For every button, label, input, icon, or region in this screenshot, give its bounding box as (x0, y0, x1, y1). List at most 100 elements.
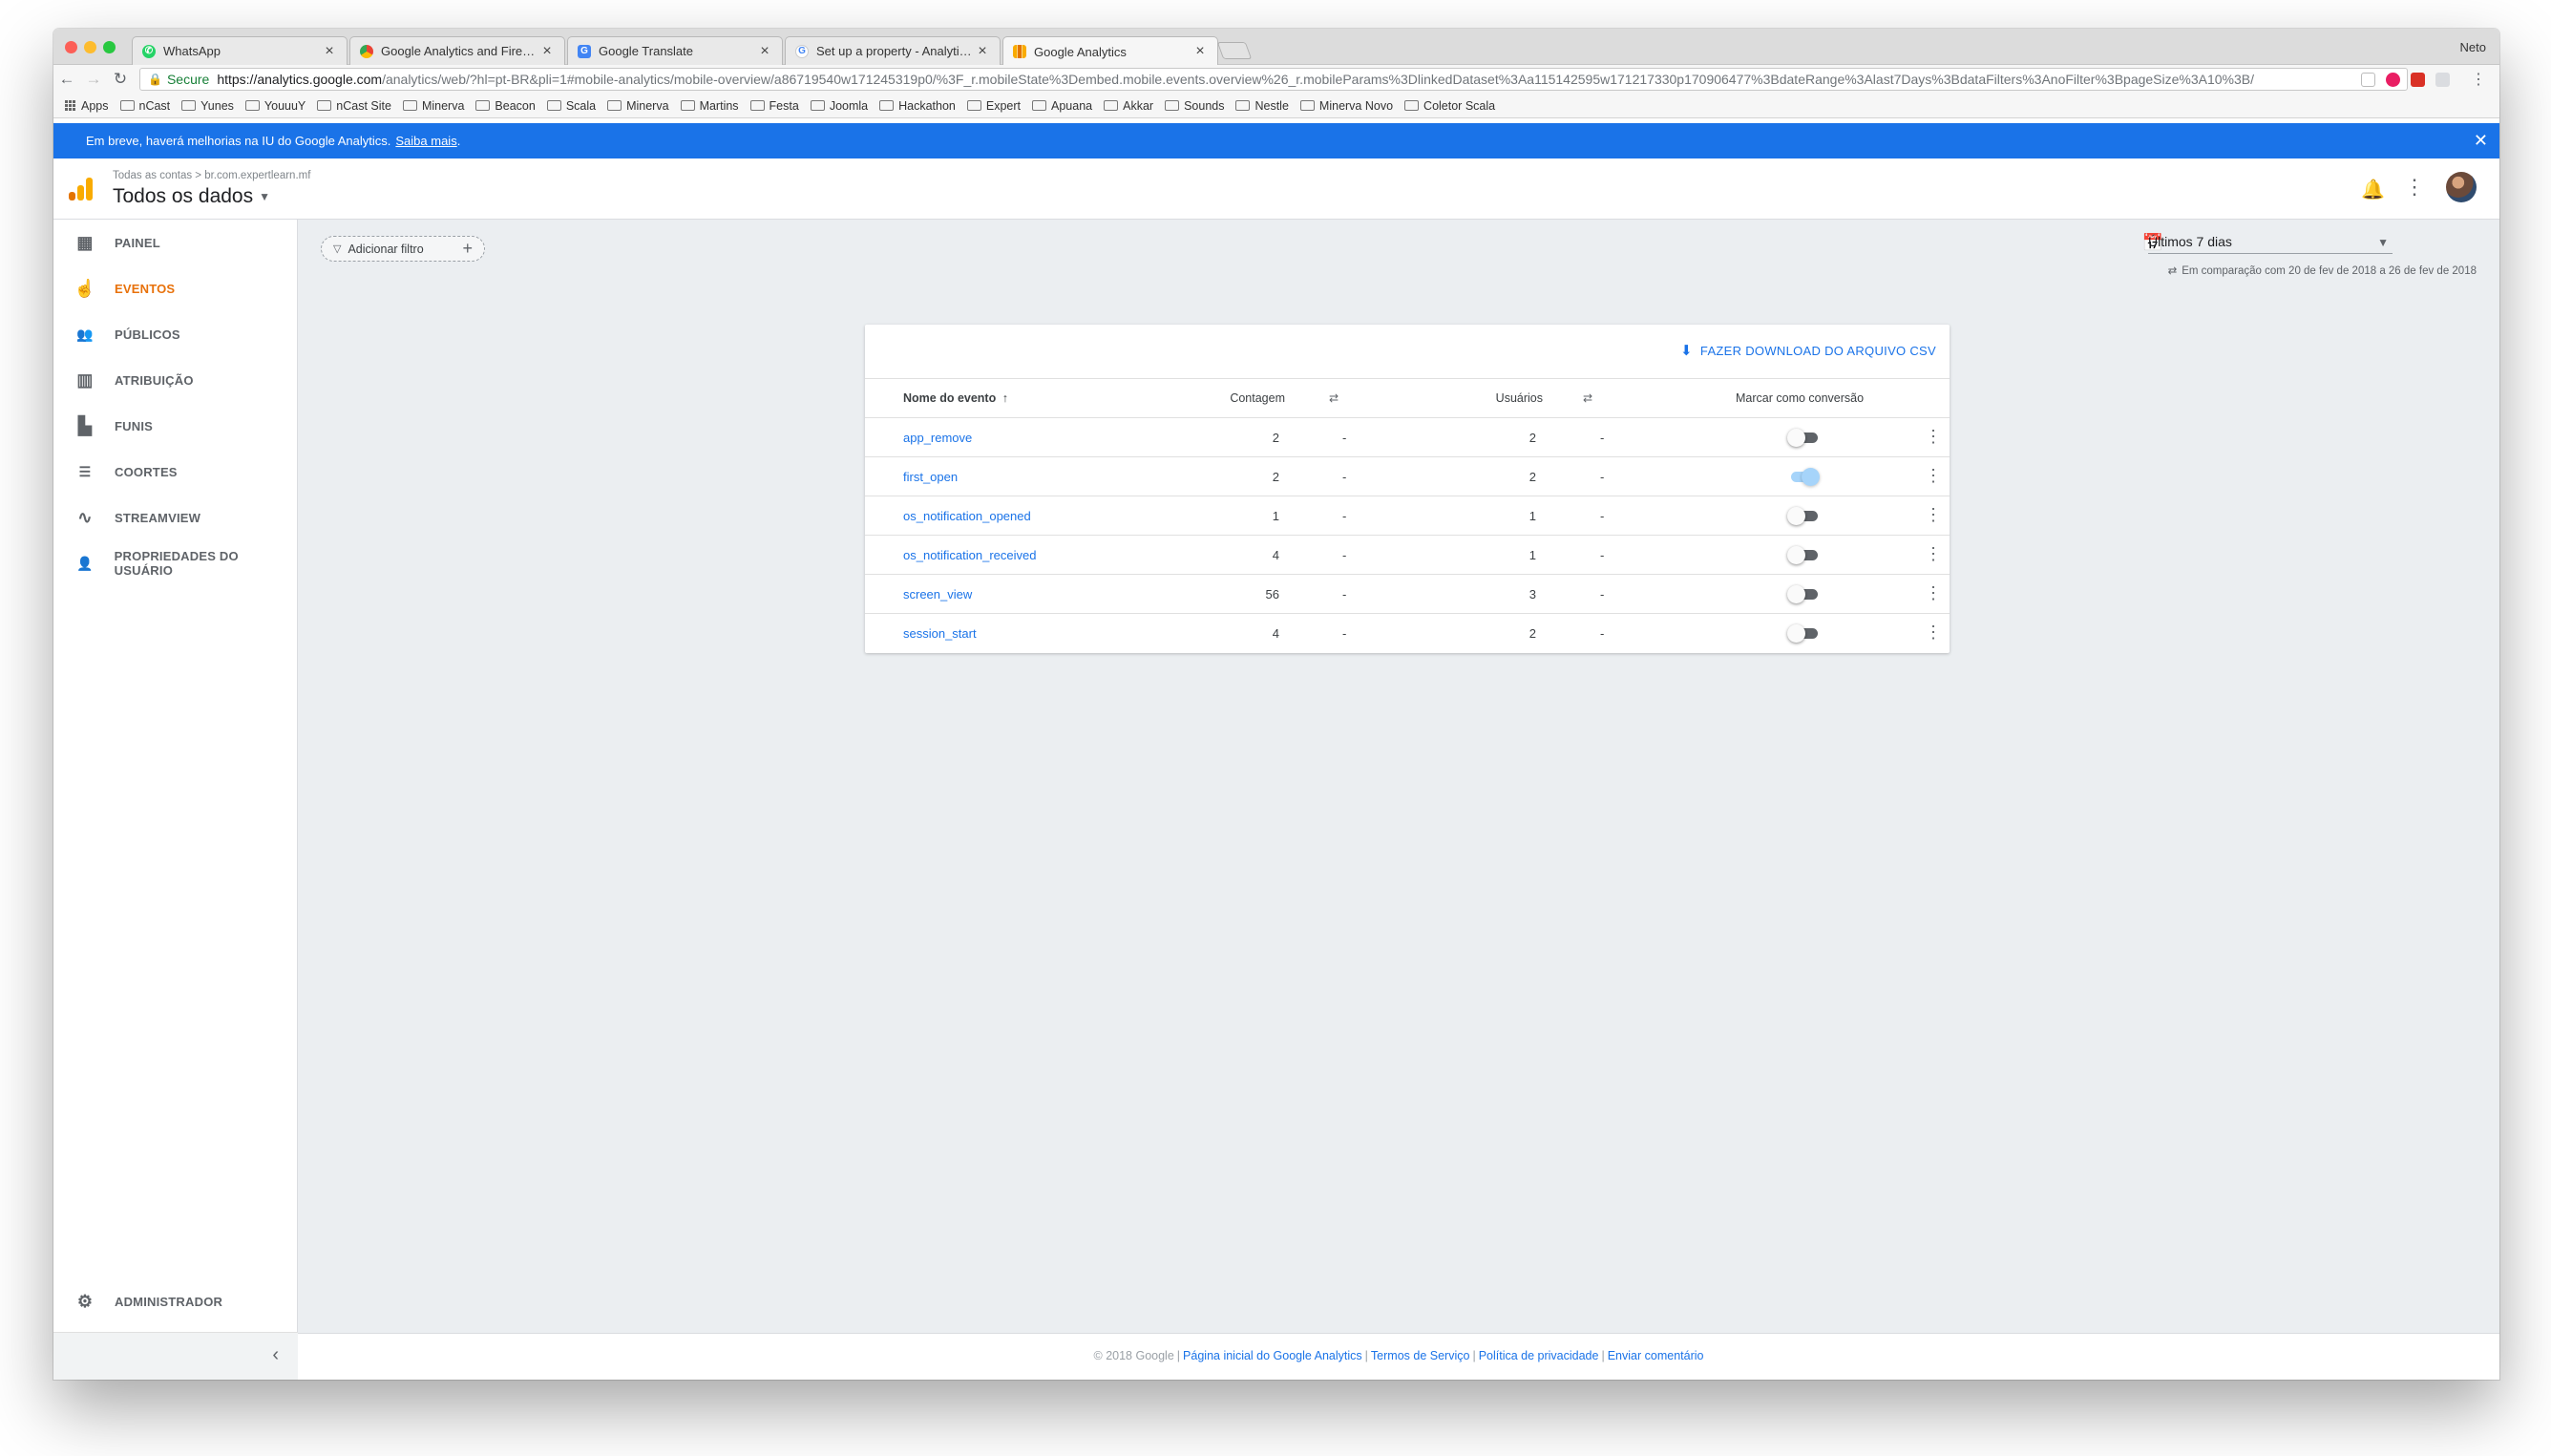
close-window-button[interactable] (65, 41, 77, 53)
bookmark-folder[interactable]: Expert (966, 99, 1021, 113)
sidebar-item-administrador[interactable]: ⚙ ADMINISTRADOR (53, 1282, 298, 1320)
sidebar-item-publicos[interactable]: 👥 PÚBLICOS (53, 315, 298, 353)
bookmark-folder[interactable]: Minerva (607, 99, 669, 113)
property-selector[interactable]: Todos os dados ▼ (113, 185, 270, 208)
analytics-logo-icon[interactable] (69, 178, 94, 200)
bookmark-label: nCast Site (336, 98, 391, 113)
bookmark-apps[interactable]: Apps (65, 99, 109, 113)
date-range-select[interactable]: Últimos 7 dias ▼ (2148, 234, 2393, 254)
bookmark-folder[interactable]: Sounds (1165, 99, 1224, 113)
more-vert-icon[interactable]: ⋮ (1925, 584, 1942, 601)
close-icon[interactable]: × (322, 43, 337, 60)
minimize-window-button[interactable] (84, 41, 96, 53)
sidebar-item-label: ADMINISTRADOR (115, 1294, 223, 1309)
sidebar-item-funis[interactable]: ▙ FUNIS (53, 407, 298, 445)
add-filter-button[interactable]: ▽ Adicionar filtro + (321, 236, 485, 262)
event-name-link[interactable]: os_notification_received (903, 548, 1036, 562)
close-icon[interactable]: × (757, 43, 772, 60)
close-icon[interactable]: × (539, 43, 555, 60)
footer-link-feedback[interactable]: Enviar comentário (1608, 1349, 1704, 1362)
browser-menu-icon[interactable]: ⋮ (2471, 70, 2486, 89)
new-tab-button[interactable] (1216, 42, 1253, 59)
conversion-toggle[interactable] (1787, 585, 1820, 603)
tab-label: Google Analytics (1034, 44, 1127, 59)
browser-profile-name[interactable]: Neto (2460, 40, 2486, 54)
bookmark-folder[interactable]: Nestle (1235, 99, 1289, 113)
forward-arrow-icon[interactable]: → (80, 70, 107, 89)
sidebar-item-painel[interactable]: ▦ PAINEL (53, 223, 298, 262)
column-header-users[interactable]: Usuários (1496, 391, 1543, 405)
more-vert-icon[interactable]: ⋮ (1925, 623, 1942, 641)
download-csv-button[interactable]: ⬇ FAZER DOWNLOAD DO ARQUIVO CSV (1680, 342, 1936, 359)
close-icon[interactable]: × (975, 43, 990, 60)
sidebar-item-eventos[interactable]: ☝ EVENTOS (53, 269, 298, 307)
bell-icon[interactable]: 🔔 (2361, 178, 2385, 201)
pinterest-icon[interactable] (2386, 73, 2400, 87)
bookmark-folder[interactable]: Scala (546, 99, 596, 113)
browser-tab-ga-firebase[interactable]: Google Analytics and Firebase × (349, 36, 565, 65)
sidebar-item-coortes[interactable]: ☰ COORTES (53, 453, 298, 491)
compare-icon: ⇄ (1329, 391, 1339, 405)
more-vert-icon[interactable]: ⋮ (1925, 545, 1942, 562)
sidebar-item-propriedades-usuario[interactable]: 👤 PROPRIEDADES DO USUÁRIO (53, 544, 298, 582)
bookmark-folder[interactable]: YouuuY (244, 99, 306, 113)
event-name-link[interactable]: app_remove (903, 431, 972, 445)
bookmark-folder[interactable]: Minerva Novo (1299, 99, 1393, 113)
avatar[interactable] (2446, 172, 2477, 202)
event-name-link[interactable]: screen_view (903, 587, 972, 601)
bookmark-folder[interactable]: Beacon (475, 99, 536, 113)
bookmark-folder[interactable]: Akkar (1104, 99, 1153, 113)
chevron-left-icon[interactable]: ‹ (272, 1344, 279, 1366)
maximize-window-button[interactable] (103, 41, 116, 53)
conversion-toggle[interactable] (1787, 624, 1820, 643)
event-name-link[interactable]: os_notification_opened (903, 509, 1031, 523)
conversion-toggle[interactable] (1787, 546, 1820, 564)
close-icon[interactable]: ✕ (2474, 131, 2488, 151)
bookmark-folder[interactable]: Hackathon (879, 99, 956, 113)
conversion-toggle[interactable] (1787, 468, 1820, 486)
column-header-event-name[interactable]: Nome do evento ↑ (903, 391, 1008, 405)
more-vert-icon[interactable]: ⋮ (1925, 506, 1942, 523)
conversion-toggle[interactable] (1787, 507, 1820, 525)
column-header-count[interactable]: Contagem (1230, 391, 1285, 405)
bookmark-folder[interactable]: Yunes (181, 99, 234, 113)
bookmark-folder[interactable]: nCast (119, 99, 170, 113)
bookmark-folder[interactable]: Minerva (402, 99, 464, 113)
browser-tab-whatsapp[interactable]: ✆ WhatsApp × (132, 36, 348, 65)
tab-label: Google Translate (599, 44, 694, 58)
address-bar[interactable]: 🔒 Secure https://analytics.google.com /a… (139, 68, 2408, 91)
sidebar-item-streamview[interactable]: ∿ STREAMVIEW (53, 498, 298, 537)
folder-icon (1404, 100, 1420, 111)
more-vert-icon[interactable]: ⋮ (2404, 175, 2425, 200)
banner-learn-more-link[interactable]: Saiba mais (395, 134, 456, 148)
bookmark-folder[interactable]: Festa (749, 99, 799, 113)
back-arrow-icon[interactable]: ← (53, 70, 80, 89)
footer-link-privacy[interactable]: Política de privacidade (1479, 1349, 1599, 1362)
bookmark-folder[interactable]: Apuana (1032, 99, 1092, 113)
extension-icon[interactable] (2435, 73, 2450, 87)
copyright: © 2018 Google (1093, 1349, 1174, 1362)
conversion-toggle[interactable] (1787, 429, 1820, 447)
bookmark-folder[interactable]: Joomla (810, 99, 868, 113)
extension-icon[interactable] (2411, 73, 2425, 87)
more-vert-icon[interactable]: ⋮ (1925, 467, 1942, 484)
footer-link-terms[interactable]: Termos de Serviço (1371, 1349, 1470, 1362)
event-name-link[interactable]: session_start (903, 626, 977, 641)
breadcrumb[interactable]: Todas as contas > br.com.expertlearn.mf (113, 170, 310, 181)
event-name-link[interactable]: first_open (903, 470, 958, 484)
browser-tab-translate[interactable]: G Google Translate × (567, 36, 783, 65)
folder-icon (1299, 100, 1315, 111)
bookmark-folder[interactable]: Coletor Scala (1404, 99, 1495, 113)
browser-tab-google-analytics[interactable]: Google Analytics × (1002, 36, 1218, 66)
folder-icon (402, 100, 417, 111)
bookmark-label: Martins (699, 98, 739, 113)
bookmark-folder[interactable]: nCast Site (317, 99, 391, 113)
more-vert-icon[interactable]: ⋮ (1925, 428, 1942, 445)
extension-icon[interactable] (2361, 73, 2375, 87)
close-icon[interactable]: × (1192, 43, 1208, 60)
sidebar-item-atribuicao[interactable]: ▥ ATRIBUIÇÃO (53, 361, 298, 399)
browser-tab-setup-property[interactable]: G Set up a property - Analytics H × (785, 36, 1001, 65)
footer-link-ga-home[interactable]: Página inicial do Google Analytics (1183, 1349, 1362, 1362)
reload-icon[interactable]: ↻ (107, 70, 134, 89)
bookmark-folder[interactable]: Martins (680, 98, 739, 113)
